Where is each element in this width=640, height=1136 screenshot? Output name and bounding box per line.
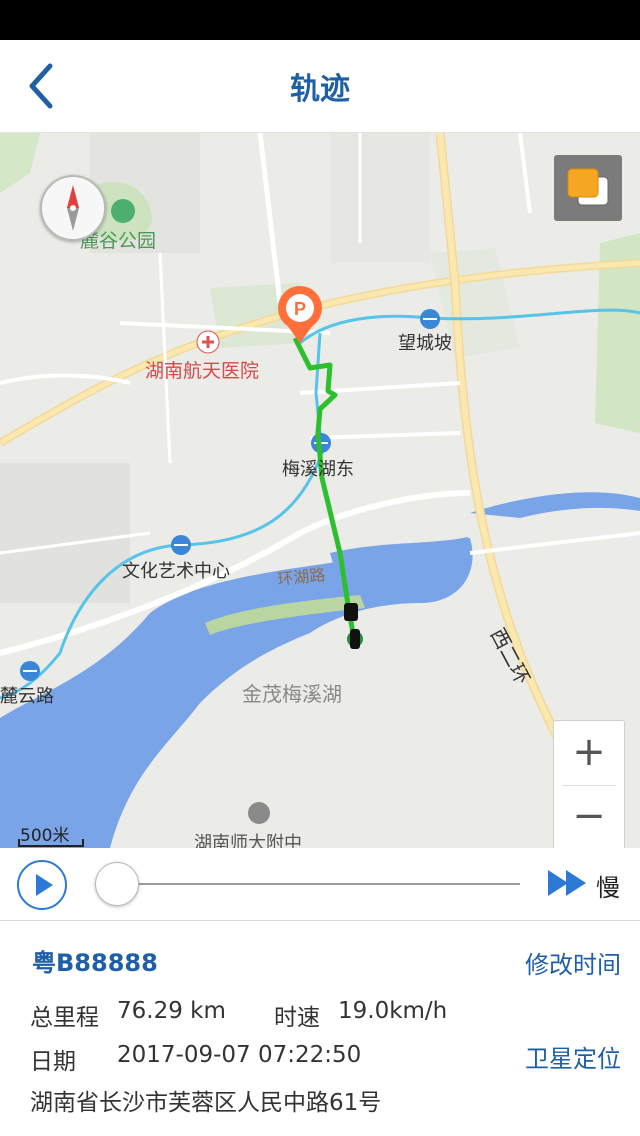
layers-icon xyxy=(567,168,609,206)
speed-label: 时速 xyxy=(274,1005,320,1031)
station-label: 梅溪湖东 xyxy=(282,459,354,479)
satellite-location-link[interactable]: 卫星定位 xyxy=(525,1039,621,1074)
progress-knob[interactable] xyxy=(95,862,139,906)
playback-speed-label[interactable]: 慢 xyxy=(596,868,620,903)
date-label: 日期 xyxy=(30,1049,76,1075)
address: 湖南省长沙市芙蓉区人民中路61号 xyxy=(30,1090,382,1116)
map-scale-bar xyxy=(18,839,84,847)
parking-marker-label: P xyxy=(294,299,306,319)
station-label: 文化艺术中心 xyxy=(122,561,230,581)
layer-toggle-button[interactable] xyxy=(554,155,622,221)
mileage-label: 总里程 xyxy=(30,1005,99,1031)
edit-time-link[interactable]: 修改时间 xyxy=(525,945,621,980)
page-title: 轨迹 xyxy=(290,72,350,107)
compass-icon[interactable] xyxy=(40,175,106,241)
speed-value: 19.0km/h xyxy=(338,998,448,1024)
progress-track[interactable] xyxy=(120,883,520,885)
zoom-control: + − xyxy=(553,720,625,848)
fast-forward-icon[interactable] xyxy=(546,868,590,898)
playback-bar: 慢 xyxy=(0,848,640,921)
school-label: 湖南师大附中 xyxy=(194,833,302,848)
station-label: 麓云路 xyxy=(0,686,54,706)
map-view[interactable]: P 麓谷公园 湖南航天医院 望城坡 梅溪湖东 文化艺术中心 环湖路 麓云路 金茂… xyxy=(0,133,640,848)
date-value: 2017-09-07 07:22:50 xyxy=(117,1042,362,1068)
lake-label: 金茂梅溪湖 xyxy=(242,683,342,706)
play-button[interactable] xyxy=(17,860,67,910)
zoom-out-button[interactable]: − xyxy=(554,785,624,848)
mileage-value: 76.29 km xyxy=(117,998,226,1024)
vehicle-info-panel: 粤B88888 修改时间 总里程 76.29 km 时速 19.0km/h 日期… xyxy=(0,921,640,1136)
nav-bar: 轨迹 xyxy=(0,40,640,133)
status-bar xyxy=(0,0,640,40)
license-plate: 粤B88888 xyxy=(32,949,158,977)
zoom-in-button[interactable]: + xyxy=(554,721,624,785)
hospital-label: 湖南航天医院 xyxy=(145,360,259,382)
station-label: 望城坡 xyxy=(398,333,452,353)
